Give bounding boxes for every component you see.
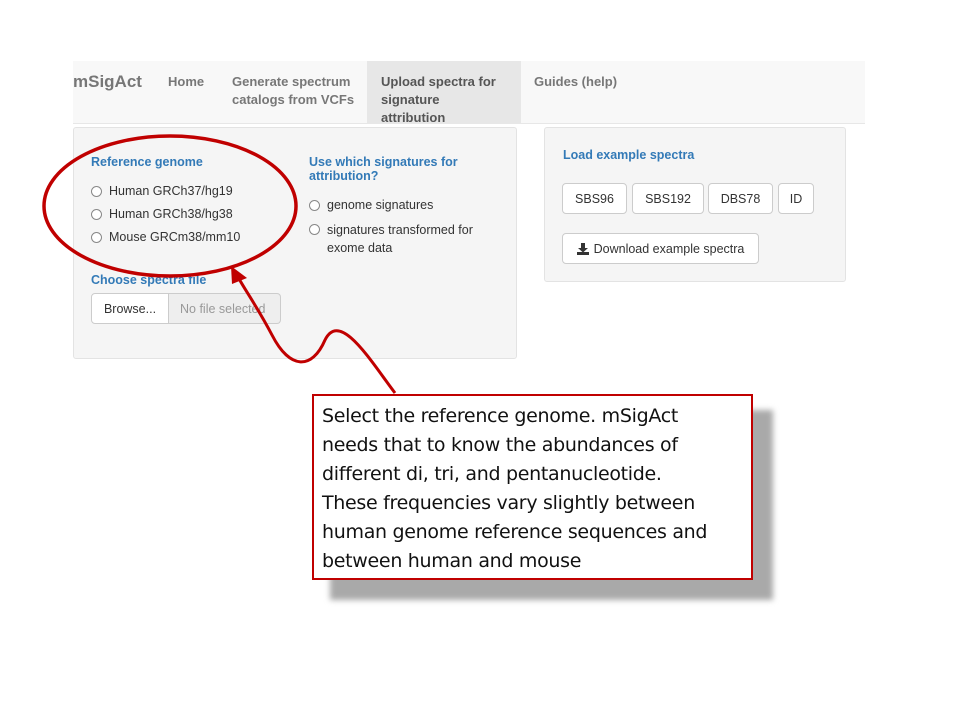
radio-human-grch37[interactable]: Human GRCh37/hg19 bbox=[91, 184, 233, 198]
callout-line: human genome reference sequences and bbox=[322, 521, 708, 543]
radio-label: signatures transformed for exome data bbox=[327, 221, 473, 257]
callout-line: These frequencies vary slightly between bbox=[322, 492, 695, 514]
id-button[interactable]: ID bbox=[778, 183, 814, 214]
radio-circle[interactable] bbox=[309, 199, 320, 211]
download-label: Download example spectra bbox=[593, 241, 745, 256]
radio-circle[interactable] bbox=[91, 185, 102, 197]
dbs78-button[interactable]: DBS78 bbox=[708, 183, 773, 214]
file-name-display[interactable]: No file selected bbox=[169, 293, 281, 324]
radio-circle[interactable] bbox=[91, 231, 102, 243]
radio-label: Human GRCh38/hg38 bbox=[109, 207, 233, 221]
radio-label-line2: exome data bbox=[327, 241, 393, 255]
signatures-label-line2: attribution? bbox=[309, 169, 379, 183]
nav-guides-label: Guides (help) bbox=[534, 74, 618, 89]
radio-exome-signatures[interactable]: signatures transformed for exome data bbox=[309, 221, 473, 257]
callout-line: between human and mouse bbox=[322, 550, 582, 572]
signatures-label: Use which signatures for attribution? bbox=[309, 155, 458, 183]
sbs96-button[interactable]: SBS96 bbox=[562, 183, 627, 214]
choose-file-label: Choose spectra file bbox=[91, 273, 207, 287]
nav-guides[interactable]: Guides (help) bbox=[520, 61, 631, 123]
signatures-label-line1: Use which signatures for bbox=[309, 155, 458, 169]
radio-circle[interactable] bbox=[91, 208, 102, 220]
radio-label: Human GRCh37/hg19 bbox=[109, 184, 233, 198]
annotation-callout: Select the reference genome. mSigAct nee… bbox=[312, 394, 753, 580]
callout-line: Select the reference genome. mSigAct bbox=[322, 405, 678, 427]
nav-home[interactable]: Home bbox=[154, 61, 218, 123]
nav-generate-label-line1: Generate spectrum bbox=[232, 74, 351, 89]
radio-label: genome signatures bbox=[327, 198, 434, 212]
radio-genome-signatures[interactable]: genome signatures bbox=[309, 198, 433, 212]
reference-genome-label: Reference genome bbox=[91, 155, 203, 169]
nav-upload-spectra[interactable]: Upload spectra for signature attribution bbox=[367, 61, 521, 125]
nav-upload-label-line2: signature attribution bbox=[381, 92, 446, 125]
download-icon bbox=[576, 242, 589, 255]
radio-circle[interactable] bbox=[309, 224, 320, 235]
radio-mouse-grcm38[interactable]: Mouse GRCm38/mm10 bbox=[91, 230, 240, 244]
callout-line: needs that to know the abundances of bbox=[322, 434, 678, 456]
radio-label-line1: signatures transformed for bbox=[327, 223, 473, 237]
callout-line: different di, tri, and pentanucleotide. bbox=[322, 463, 662, 485]
app-brand[interactable]: mSigAct bbox=[73, 72, 142, 92]
example-spectra-title: Load example spectra bbox=[563, 148, 695, 162]
radio-label: Mouse GRCm38/mm10 bbox=[109, 230, 241, 244]
radio-human-grch38[interactable]: Human GRCh38/hg38 bbox=[91, 207, 233, 221]
browse-button[interactable]: Browse... bbox=[91, 293, 169, 324]
download-example-button[interactable]: Download example spectra bbox=[562, 233, 759, 264]
nav-upload-label-line1: Upload spectra for bbox=[381, 74, 496, 89]
nav-generate-label-line2: catalogs from VCFs bbox=[232, 92, 355, 107]
nav-generate-spectrum[interactable]: Generate spectrum catalogs from VCFs bbox=[218, 61, 368, 123]
top-navbar: mSigAct Home Generate spectrum catalogs … bbox=[73, 61, 865, 125]
nav-home-label: Home bbox=[168, 74, 205, 89]
sbs192-button[interactable]: SBS192 bbox=[632, 183, 704, 214]
file-input-group[interactable]: Browse... No file selected bbox=[91, 293, 281, 324]
